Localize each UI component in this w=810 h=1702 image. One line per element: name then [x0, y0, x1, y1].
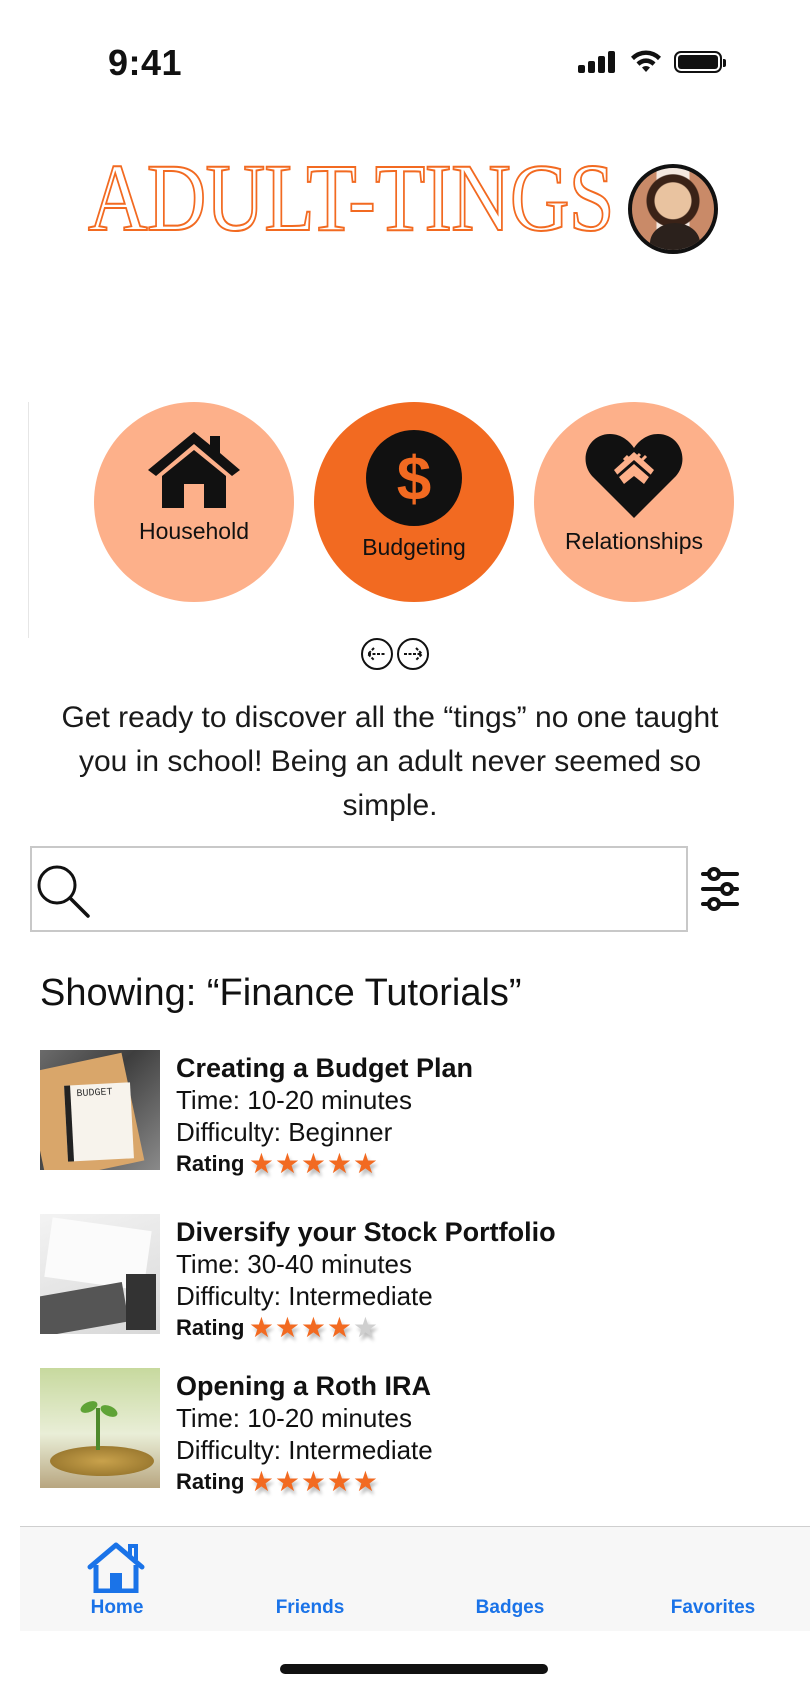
star-filled-icon: ★: [274, 1312, 300, 1343]
filter-sliders-icon[interactable]: [700, 866, 740, 912]
tab-friends[interactable]: Friends: [250, 1527, 370, 1631]
tutorial-title: Opening a Roth IRA: [176, 1371, 431, 1401]
tab-home[interactable]: Home: [62, 1527, 172, 1631]
tab-label: Favorites: [670, 1597, 756, 1618]
tutorial-item[interactable]: Diversify your Stock Portfolio Time: 30-…: [40, 1214, 680, 1342]
category-household[interactable]: Household: [94, 402, 294, 602]
results-heading: Showing: “Finance Tutorials”: [40, 972, 522, 1014]
tutorial-time: Time: 10-20 minutes: [176, 1085, 413, 1115]
category-relationships[interactable]: Relationships: [534, 402, 734, 602]
tutorial-difficulty: Difficulty: Beginner: [176, 1117, 393, 1147]
star-empty-icon: ★: [352, 1312, 378, 1343]
star-filled-icon: ★: [352, 1148, 378, 1179]
star-filled-icon: ★: [248, 1466, 274, 1497]
tutorial-item[interactable]: Opening a Roth IRA Time: 10-20 minutes D…: [40, 1368, 680, 1496]
arrow-right-icon: [404, 647, 423, 661]
category-label: Household: [139, 518, 249, 544]
tutorial-title: Diversify your Stock Portfolio: [176, 1217, 556, 1247]
tab-favorites[interactable]: Favorites: [648, 1527, 778, 1631]
tutorial-rating: Rating ★ ★ ★ ★ ★: [176, 1466, 433, 1498]
dollar-icon: $: [366, 430, 462, 526]
category-label: Relationships: [564, 528, 704, 554]
rating-stars: ★ ★ ★ ★ ★: [248, 1314, 378, 1342]
category-budgeting[interactable]: $ Budgeting: [314, 402, 514, 602]
tab-badges[interactable]: Badges: [450, 1527, 570, 1631]
wifi-icon: [631, 50, 661, 72]
rating-stars: ★ ★ ★ ★ ★: [248, 1468, 378, 1496]
arrow-left-icon: [367, 647, 386, 661]
tab-label: Home: [90, 1597, 144, 1618]
home-indicator: [280, 1664, 548, 1674]
tutorial-rating: Rating ★ ★ ★ ★ ★: [176, 1148, 473, 1180]
app-title: ADULT-TINGS: [87, 144, 615, 251]
star-filled-icon: ★: [300, 1466, 326, 1497]
intro-text: Get ready to discover all the “tings” no…: [61, 701, 719, 822]
rating-label: Rating: [176, 1469, 245, 1494]
star-filled-icon: ★: [326, 1148, 352, 1179]
star-filled-icon: ★: [326, 1312, 352, 1343]
star-filled-icon: ★: [326, 1466, 352, 1497]
tutorial-rating: Rating ★ ★ ★ ★ ★: [176, 1312, 556, 1344]
tutorial-thumbnail: [40, 1368, 160, 1488]
star-filled-icon: ★: [248, 1148, 274, 1179]
status-icons: [578, 50, 726, 74]
battery-icon: [674, 51, 726, 73]
house-icon: [148, 432, 240, 508]
rating-label: Rating: [176, 1151, 245, 1176]
tutorial-time: Time: 10-20 minutes: [176, 1403, 413, 1433]
heart-handshake-icon: [585, 434, 683, 518]
search-icon: [37, 865, 90, 918]
carousel-next-button[interactable]: [397, 638, 429, 670]
status-time: 9:41: [108, 42, 183, 83]
avatar[interactable]: [628, 164, 718, 254]
carousel-prev-button[interactable]: [361, 638, 393, 670]
tutorial-difficulty: Difficulty: Intermediate: [176, 1281, 433, 1311]
tutorial-thumbnail: BUDGET: [40, 1050, 160, 1170]
star-filled-icon: ★: [352, 1466, 378, 1497]
svg-text:$: $: [397, 445, 431, 514]
tab-label: Friends: [275, 1597, 345, 1618]
star-filled-icon: ★: [274, 1466, 300, 1497]
tutorial-item[interactable]: BUDGET Creating a Budget Plan Time: 10-2…: [40, 1050, 680, 1178]
tutorial-title: Creating a Budget Plan: [176, 1053, 474, 1083]
tab-label: Badges: [475, 1597, 545, 1618]
search-box[interactable]: [30, 846, 688, 932]
tutorial-difficulty: Difficulty: Intermediate: [176, 1435, 433, 1465]
tutorial-time: Time: 30-40 minutes: [176, 1249, 413, 1279]
star-filled-icon: ★: [248, 1312, 274, 1343]
home-icon: [87, 1542, 145, 1593]
thumbnail-text: BUDGET: [76, 1087, 113, 1101]
tab-bar: Home Friends Badges Favorites: [20, 1526, 810, 1631]
category-label: Budgeting: [362, 534, 466, 560]
cellular-signal-icon: [578, 51, 618, 73]
star-filled-icon: ★: [274, 1148, 300, 1179]
search-input[interactable]: [102, 858, 676, 920]
carousel-divider: [28, 402, 29, 638]
tutorial-thumbnail: [40, 1214, 160, 1334]
rating-stars: ★ ★ ★ ★ ★: [248, 1150, 378, 1178]
star-filled-icon: ★: [300, 1148, 326, 1179]
carousel-arrows: [361, 638, 429, 670]
rating-label: Rating: [176, 1315, 245, 1340]
star-filled-icon: ★: [300, 1312, 326, 1343]
